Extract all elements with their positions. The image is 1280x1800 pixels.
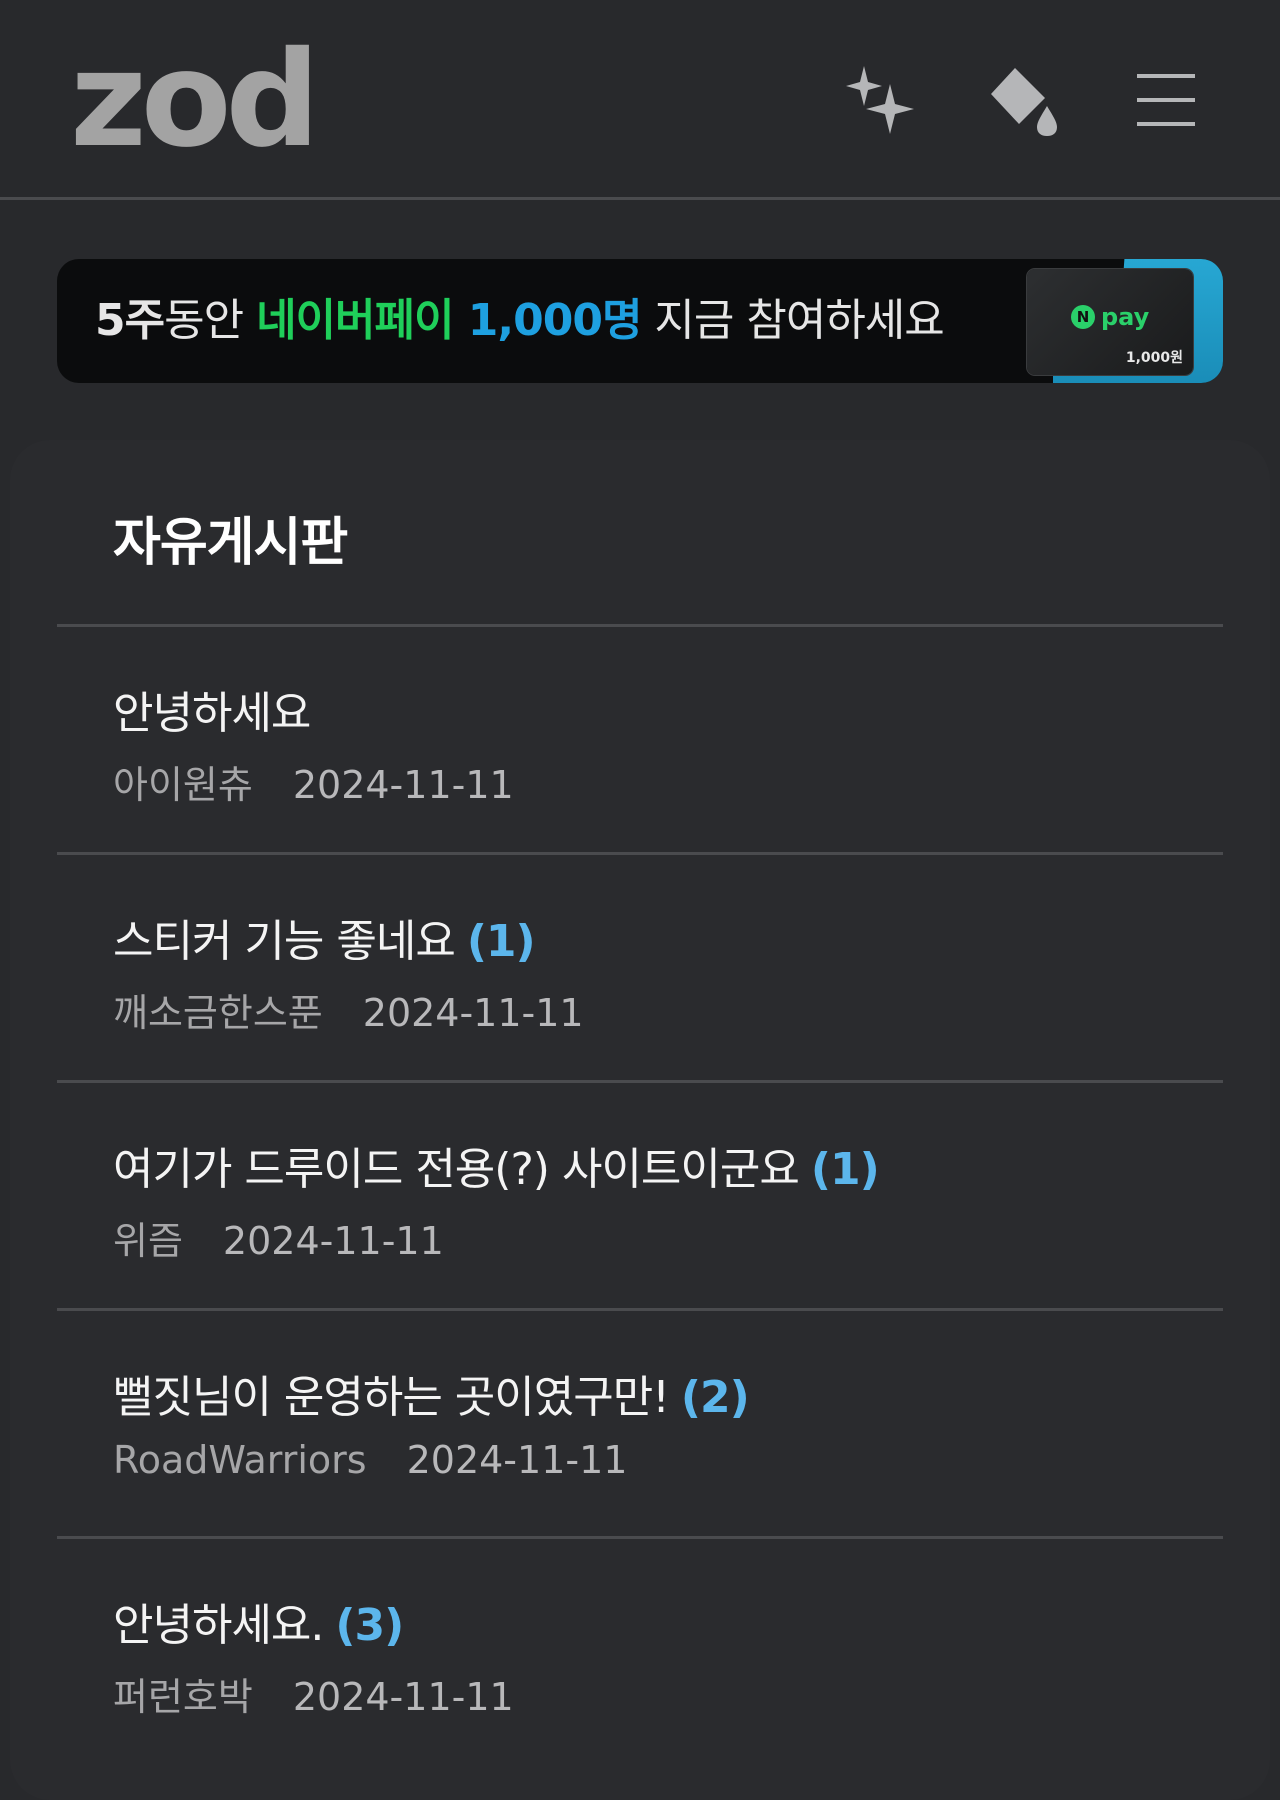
banner-count: 1,000명 (467, 295, 643, 346)
list-item[interactable]: 여기가 드루이드 전용(?) 사이트이군요 (1) 위즘 2024-11-11 (57, 1083, 1223, 1308)
post-title-text: 여기가 드루이드 전용(?) 사이트이군요 (113, 1144, 800, 1195)
post-date: 2024-11-11 (292, 763, 514, 807)
post-title-text: 안녕하세요 (113, 688, 311, 739)
post-meta: 위즘 2024-11-11 (113, 1210, 444, 1265)
list-item[interactable]: 뻘짓님이 운영하는 곳이였구만! (2) RoadWarriors 2024-11-… (57, 1311, 1223, 1536)
list-item[interactable]: 스티커 기능 좋네요 (1) 깨소금한스푼 2024-11-11 (57, 855, 1223, 1080)
post-title[interactable]: 뻘짓님이 운영하는 곳이였구만! (2) (113, 1361, 750, 1425)
banner-weeks: 5주 (95, 295, 165, 346)
npay-logo: N pay (1071, 303, 1149, 331)
comment-count: (3) (335, 1600, 404, 1651)
npay-brand: pay (1101, 303, 1150, 331)
npay-card-amount: 1,000원 (1125, 350, 1183, 366)
npay-card-image: N pay 1,000원 (1027, 269, 1193, 375)
post-author: 위즘 (113, 1219, 183, 1263)
sparkle-icon[interactable] (842, 60, 922, 140)
post-date: 2024-11-11 (406, 1438, 628, 1482)
post-title-text: 뻘짓님이 운영하는 곳이였구만! (113, 1372, 670, 1423)
post-title[interactable]: 안녕하세요 (113, 677, 311, 741)
post-meta: RoadWarriors 2024-11-11 (113, 1438, 627, 1482)
comment-count: (2) (680, 1372, 750, 1423)
post-author: 깨소금한스푼 (113, 991, 323, 1035)
post-title-text: 안녕하세요. (113, 1600, 324, 1651)
post-author: RoadWarriors (113, 1438, 367, 1482)
list-item[interactable]: 안녕하세요. (3) 퍼런호박 2024-11-11 (57, 1539, 1223, 1764)
board-title: 자유게시판 (113, 513, 348, 573)
post-title[interactable]: 스티커 기능 좋네요 (1) (113, 905, 536, 969)
post-meta: 퍼런호박 2024-11-11 (113, 1666, 514, 1721)
paint-bucket-icon[interactable] (985, 60, 1065, 140)
post-meta: 아이원츄 2024-11-11 (113, 754, 514, 809)
post-author: 퍼런호박 (113, 1675, 253, 1719)
menu-icon[interactable] (1125, 60, 1205, 140)
post-meta: 깨소금한스푼 2024-11-11 (113, 982, 584, 1037)
post-title-text: 스티커 기능 좋네요 (113, 916, 456, 967)
list-item[interactable]: 안녕하세요 아이원츄 2024-11-11 (57, 627, 1223, 852)
banner-text: 5주동안 네이버페이 1,000명 지금 참여하세요 (95, 259, 945, 383)
top-header: zod (0, 0, 1280, 200)
post-title[interactable]: 여기가 드루이드 전용(?) 사이트이군요 (1) (113, 1133, 880, 1197)
banner-cta: 지금 참여하세요 (641, 295, 944, 346)
comment-count: (1) (466, 916, 536, 967)
post-date: 2024-11-11 (362, 991, 584, 1035)
comment-count: (1) (810, 1144, 880, 1195)
npay-promo-banner[interactable]: 5주동안 네이버페이 1,000명 지금 참여하세요 N pay 1,000원 (57, 259, 1223, 383)
npay-n-icon: N (1071, 305, 1095, 329)
post-date: 2024-11-11 (222, 1219, 444, 1263)
post-date: 2024-11-11 (292, 1675, 514, 1719)
banner-naverpay: 네이버페이 (256, 295, 468, 346)
site-logo[interactable]: zod (70, 20, 320, 180)
post-title[interactable]: 안녕하세요. (3) (113, 1589, 404, 1653)
banner-during: 동안 (164, 295, 257, 346)
post-author: 아이원츄 (113, 763, 253, 807)
